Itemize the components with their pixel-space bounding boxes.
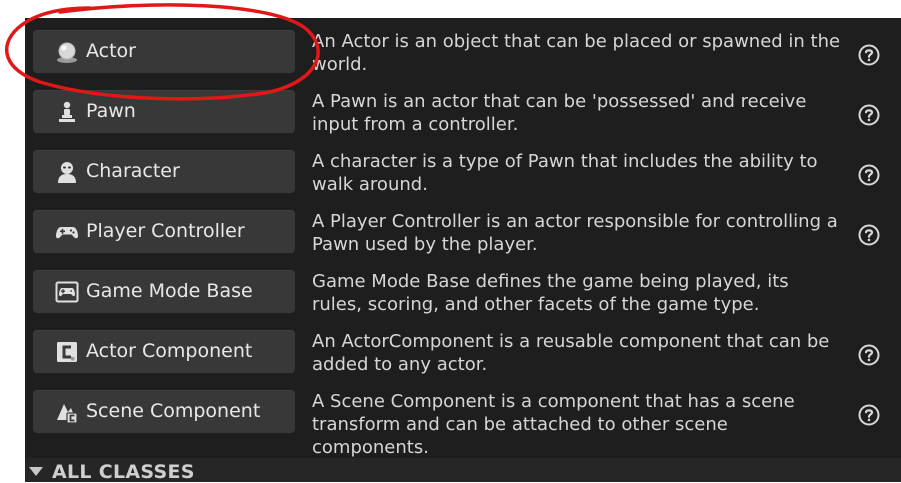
scene-component-description: A Scene Component is a component that ha… — [312, 391, 795, 458]
player-controller-label: Player Controller — [86, 220, 245, 242]
pawn-icon — [55, 100, 79, 124]
pawn-label: Pawn — [86, 100, 136, 122]
question-circle-icon[interactable] — [858, 104, 880, 126]
class-row-actor: Actor An Actor is an object that can be … — [25, 20, 901, 80]
question-circle-icon[interactable] — [858, 224, 880, 246]
all-classes-section-header[interactable]: ALL CLASSES — [25, 458, 901, 483]
actor-description: An Actor is an object that can be placed… — [312, 31, 841, 75]
triangle-down-icon[interactable] — [29, 467, 43, 476]
question-circle-icon[interactable] — [858, 44, 880, 66]
pawn-class-button[interactable]: Pawn — [33, 90, 295, 133]
actor-component-label: Actor Component — [86, 340, 253, 362]
gamepad-icon — [55, 220, 79, 244]
scene-component-label: Scene Component — [86, 400, 261, 422]
question-circle-icon[interactable] — [858, 344, 880, 366]
question-circle-icon[interactable] — [858, 164, 880, 186]
player-controller-class-button[interactable]: Player Controller — [33, 210, 295, 253]
all-classes-label: ALL CLASSES — [52, 461, 195, 483]
actor-label: Actor — [86, 40, 136, 62]
player-controller-description: A Player Controller is an actor responsi… — [312, 211, 838, 255]
game-mode-base-label: Game Mode Base — [86, 280, 253, 302]
actor-class-button[interactable]: Actor — [33, 30, 295, 73]
class-row-pawn: Pawn A Pawn is an actor that can be 'pos… — [25, 80, 901, 140]
actor-component-icon — [55, 340, 79, 364]
scene-component-icon — [55, 400, 79, 424]
class-row-actor-component: Actor Component An ActorComponent is a r… — [25, 320, 901, 380]
game-mode-base-description: Game Mode Base defines the game being pl… — [312, 271, 789, 315]
class-row-game-mode-base: Game Mode Base Game Mode Base defines th… — [25, 260, 901, 320]
class-row-scene-component: Scene Component A Scene Component is a c… — [25, 380, 901, 458]
game-mode-icon — [55, 280, 79, 304]
character-class-button[interactable]: Character — [33, 150, 295, 193]
character-description: A character is a type of Pawn that inclu… — [312, 151, 818, 195]
game-mode-base-class-button[interactable]: Game Mode Base — [33, 270, 295, 313]
common-classes-list: Actor An Actor is an object that can be … — [25, 20, 901, 458]
character-icon — [55, 160, 79, 184]
scene-component-class-button[interactable]: Scene Component — [33, 390, 295, 433]
class-row-character: Character A character is a type of Pawn … — [25, 140, 901, 200]
question-circle-icon[interactable] — [858, 404, 880, 426]
class-row-player-controller: Player Controller A Player Controller is… — [25, 200, 901, 260]
actor-component-class-button[interactable]: Actor Component — [33, 330, 295, 373]
actor-sphere-icon — [55, 40, 79, 64]
character-label: Character — [86, 160, 180, 182]
pawn-description: A Pawn is an actor that can be 'possesse… — [312, 91, 807, 135]
actor-component-description: An ActorComponent is a reusable componen… — [312, 331, 830, 375]
parent-class-picker: Actor An Actor is an object that can be … — [25, 18, 901, 483]
